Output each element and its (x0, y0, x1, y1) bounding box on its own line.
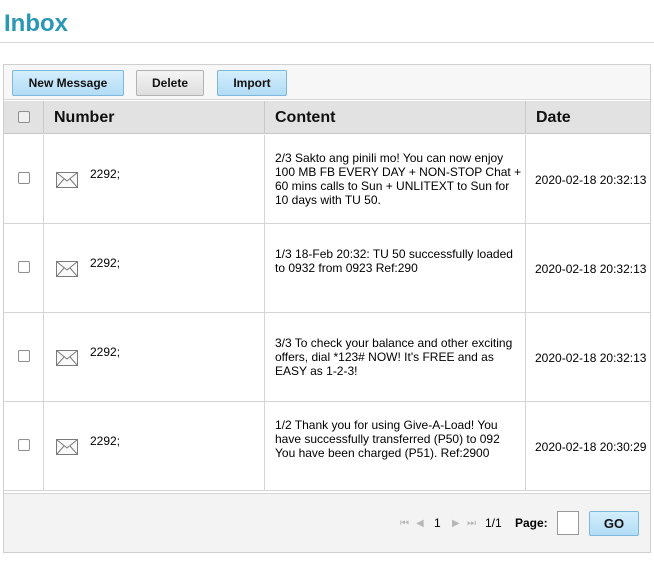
select-all-checkbox[interactable] (18, 111, 30, 123)
number-cell: 2292; (44, 313, 265, 401)
date-cell: 2020-02-18 20:30:29 (526, 402, 650, 490)
envelope-icon (56, 261, 78, 277)
message-date: 2020-02-18 20:30:29 (535, 440, 647, 454)
message-content: 3/3 To check your balance and other exci… (275, 336, 513, 378)
date-cell: 2020-02-18 20:32:13 (526, 135, 650, 223)
content-cell: 3/3 To check your balance and other exci… (265, 313, 526, 401)
go-button[interactable]: GO (589, 511, 639, 536)
header-number[interactable]: Number (44, 101, 265, 134)
sender-number: 2292; (90, 345, 121, 359)
header-content[interactable]: Content (265, 101, 526, 134)
next-page-icon[interactable]: ▶ (452, 519, 460, 529)
pagination-bar: ⏮ ◀ 1 ▶ ⏭ 1/1 Page: GO (4, 493, 650, 552)
page-number-input[interactable] (557, 511, 579, 535)
title-divider (0, 42, 654, 43)
table-row[interactable]: 2292; 1/2 Thank you for using Give-A-Loa… (4, 402, 650, 491)
delete-button[interactable]: Delete (136, 70, 204, 96)
row-checkbox[interactable] (18, 172, 30, 184)
last-page-icon[interactable]: ⏭ (467, 519, 476, 529)
new-message-button[interactable]: New Message (12, 70, 124, 96)
header-date[interactable]: Date (526, 101, 650, 134)
date-cell: 2020-02-18 20:32:13 (526, 224, 650, 312)
sender-number: 2292; (90, 434, 121, 448)
row-select-cell (4, 313, 44, 401)
row-select-cell (4, 224, 44, 312)
message-content: 2/3 Sakto ang pinili mo! You can now enj… (275, 151, 522, 207)
import-button[interactable]: Import (217, 70, 287, 96)
inbox-panel: New Message Delete Import Number Content… (3, 64, 651, 553)
message-date: 2020-02-18 20:32:13 (535, 262, 647, 276)
message-content: 1/3 18-Feb 20:32: TU 50 successfully loa… (275, 247, 513, 275)
number-cell: 2292; (44, 402, 265, 490)
sender-number: 2292; (90, 256, 121, 270)
toolbar: New Message Delete Import (4, 65, 650, 100)
row-checkbox[interactable] (18, 439, 30, 451)
page-title: Inbox (4, 10, 68, 37)
row-select-cell (4, 402, 44, 490)
page-label: Page: (515, 516, 548, 530)
envelope-icon (56, 439, 78, 455)
sender-number: 2292; (90, 167, 121, 181)
row-checkbox[interactable] (18, 261, 30, 273)
message-date: 2020-02-18 20:32:13 (535, 173, 647, 187)
table-row[interactable]: 2292; 1/3 18-Feb 20:32: TU 50 successful… (4, 224, 650, 313)
number-cell: 2292; (44, 224, 265, 312)
number-cell: 2292; (44, 135, 265, 223)
message-date: 2020-02-18 20:32:13 (535, 351, 647, 365)
page-count: 1/1 (485, 516, 502, 530)
current-page-number[interactable]: 1 (434, 516, 441, 530)
content-cell: 1/3 18-Feb 20:32: TU 50 successfully loa… (265, 224, 526, 312)
header-select-cell (4, 101, 44, 134)
table-header: Number Content Date (4, 101, 650, 134)
envelope-icon (56, 172, 78, 188)
prev-page-icon[interactable]: ◀ (416, 519, 424, 529)
message-content: 1/2 Thank you for using Give-A-Load! You… (275, 418, 500, 460)
date-cell: 2020-02-18 20:32:13 (526, 313, 650, 401)
row-select-cell (4, 135, 44, 223)
envelope-icon (56, 350, 78, 366)
table-row[interactable]: 2292; 2/3 Sakto ang pinili mo! You can n… (4, 135, 650, 224)
content-cell: 1/2 Thank you for using Give-A-Load! You… (265, 402, 526, 490)
first-page-icon[interactable]: ⏮ (400, 519, 409, 529)
content-cell: 2/3 Sakto ang pinili mo! You can now enj… (265, 135, 526, 223)
table-row[interactable]: 2292; 3/3 To check your balance and othe… (4, 313, 650, 402)
row-checkbox[interactable] (18, 350, 30, 362)
